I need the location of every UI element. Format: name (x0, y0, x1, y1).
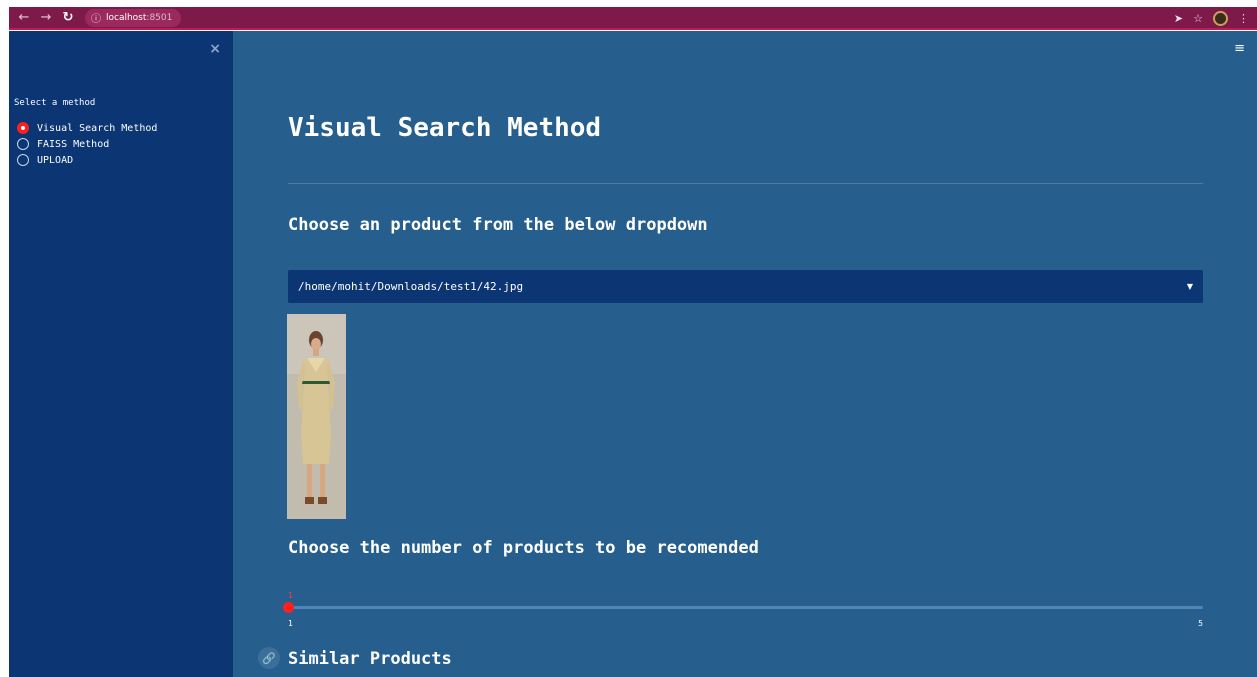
radio-checked-icon[interactable] (17, 122, 29, 134)
radio-unchecked-icon[interactable] (17, 138, 29, 150)
profile-icon[interactable] (1213, 11, 1228, 26)
send-icon[interactable]: ➤ (1174, 12, 1183, 25)
slider-thumb[interactable] (283, 602, 294, 613)
divider (288, 183, 1203, 184)
browser-actions: ➤ ☆ ⋮ (1174, 7, 1249, 30)
close-icon[interactable]: × (209, 41, 221, 57)
browser-toolbar: ← → ↻ ⓘ localhost:8501 ➤ ☆ ⋮ (9, 7, 1257, 30)
link-icon[interactable]: 🔗 (258, 647, 280, 669)
slider-max-label: 5 (1198, 619, 1203, 628)
product-select[interactable]: /home/mohit/Downloads/test1/42.jpg ▼ (288, 270, 1203, 303)
choose-number-subheader: Choose the number of products to be reco… (288, 538, 759, 558)
chevron-down-icon[interactable]: ▼ (1187, 282, 1193, 291)
forward-arrow-icon[interactable]: → (39, 10, 53, 25)
info-icon[interactable]: ⓘ (91, 10, 101, 25)
radio-option-label: FAISS Method (37, 138, 110, 150)
product-image (287, 314, 346, 519)
page-title: Visual Search Method (288, 113, 602, 143)
radio-unchecked-icon[interactable] (17, 154, 29, 166)
slider-current-value: 1 (288, 591, 293, 600)
sidebar: × Select a method Visual Search Method F… (9, 31, 233, 677)
radio-option-upload[interactable]: UPLOAD (17, 152, 157, 168)
slider-min-label: 1 (288, 619, 293, 628)
hamburger-menu-icon[interactable]: ≡ (1234, 41, 1245, 56)
url-port: :8501 (146, 12, 173, 23)
address-bar[interactable]: ⓘ localhost:8501 (85, 8, 182, 27)
radio-option-label: UPLOAD (37, 154, 74, 166)
url-host: localhost (106, 12, 147, 23)
choose-product-subheader: Choose an product from the below dropdow… (288, 215, 708, 235)
star-icon[interactable]: ☆ (1193, 12, 1203, 25)
radio-option-faiss[interactable]: FAISS Method (17, 136, 157, 152)
product-select-value: /home/mohit/Downloads/test1/42.jpg (298, 280, 524, 293)
similar-products-subheader: Similar Products (288, 649, 452, 669)
radio-option-label: Visual Search Method (37, 122, 158, 134)
radio-option-visual-search[interactable]: Visual Search Method (17, 120, 157, 136)
kebab-menu-icon[interactable]: ⋮ (1238, 12, 1249, 25)
reload-icon[interactable]: ↻ (61, 10, 75, 25)
main-content: ≡ Visual Search Method Choose an product… (233, 31, 1257, 677)
back-arrow-icon[interactable]: ← (17, 10, 31, 25)
recommendation-count-slider[interactable]: 1 1 5 (283, 591, 1203, 631)
product-photo (287, 314, 346, 519)
method-radio-group: Visual Search Method FAISS Method UPLOAD (17, 120, 157, 168)
radio-group-label: Select a method (14, 98, 96, 108)
slider-track[interactable] (288, 606, 1203, 609)
